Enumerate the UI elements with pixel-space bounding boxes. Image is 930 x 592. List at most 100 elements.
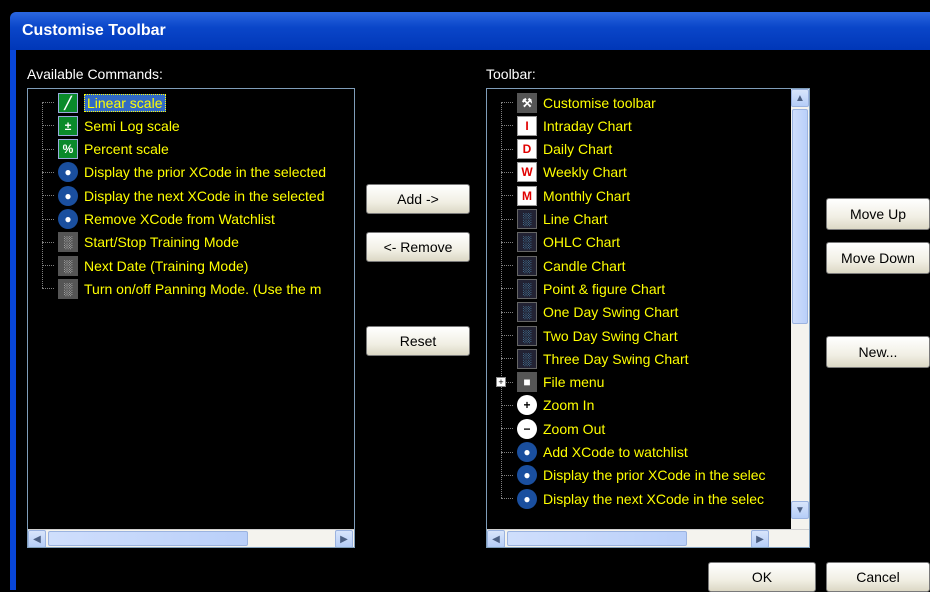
list-item[interactable]: ░ Turn on/off Panning Mode. (Use the m [58, 277, 321, 300]
list-item[interactable]: ░ OHLC Chart [517, 231, 620, 254]
list-item[interactable]: ░ Point & figure Chart [517, 277, 665, 300]
list-item[interactable]: W Weekly Chart [517, 161, 627, 184]
list-item-label: Two Day Swing Chart [543, 327, 678, 344]
list-item-label: Linear scale [84, 93, 166, 112]
list-item-label: File menu [543, 374, 605, 391]
daily-chart-icon: D [517, 139, 537, 160]
list-item[interactable]: M Monthly Chart [517, 184, 630, 207]
list-item[interactable]: ● Display the next XCode in the selected [58, 184, 324, 207]
two-day-swing-icon: ░ [517, 325, 537, 346]
list-item[interactable]: ░ Start/Stop Training Mode [58, 231, 239, 254]
percent-scale-icon: % [58, 139, 78, 160]
list-item[interactable]: % Percent scale [58, 138, 169, 161]
tree-branch [42, 195, 54, 197]
prior-xcode-icon: ● [517, 465, 537, 486]
list-item-label: Three Day Swing Chart [543, 350, 689, 367]
list-item-label: Display the next XCode in the selec [543, 490, 765, 507]
next-xcode-icon: ● [517, 488, 537, 509]
tree-branch [501, 102, 513, 103]
tree-branch [501, 451, 513, 453]
monthly-chart-icon: M [517, 185, 537, 206]
tree-branch [501, 404, 513, 406]
window-left-border [10, 50, 16, 590]
list-item-label: Weekly Chart [543, 164, 627, 181]
list-item[interactable]: ■ File menu [517, 371, 604, 394]
new-button[interactable]: New... [826, 336, 930, 368]
list-item-label: Next Date (Training Mode) [84, 257, 249, 274]
cancel-button[interactable]: Cancel [826, 562, 930, 592]
list-item[interactable]: D Daily Chart [517, 138, 612, 161]
title-bar: Customise Toolbar [0, 0, 930, 50]
list-item[interactable]: ● Display the prior XCode in the selected [58, 161, 326, 184]
list-item[interactable]: ░ Three Day Swing Chart [517, 347, 689, 370]
available-horizontal-scrollbar[interactable]: ◀ ▶ [28, 529, 354, 547]
linear-scale-icon: ╱ [58, 92, 78, 113]
list-item-label: Semi Log scale [84, 117, 180, 134]
list-item-label: Candle Chart [543, 257, 626, 274]
move-down-button[interactable]: Move Down [826, 242, 930, 274]
scroll-thumb[interactable] [48, 531, 248, 546]
tree-branch [501, 335, 513, 336]
list-item-label: Line Chart [543, 211, 608, 227]
reset-button[interactable]: Reset [366, 326, 470, 356]
toolbar-horizontal-scrollbar[interactable]: ◀ ▶ [487, 529, 809, 547]
scroll-right-icon[interactable]: ▶ [751, 530, 769, 547]
list-item[interactable]: ░ One Day Swing Chart [517, 301, 678, 324]
add-button[interactable]: Add -> [366, 184, 470, 214]
scroll-down-icon[interactable]: ▼ [791, 501, 809, 519]
list-item-label: Add XCode to watchlist [543, 444, 688, 460]
tree-branch [501, 288, 513, 290]
list-item[interactable]: ● Add XCode to watchlist [517, 441, 688, 464]
move-up-button[interactable]: Move Up [826, 198, 930, 230]
tree-branch [501, 171, 513, 173]
list-item[interactable]: I Intraday Chart [517, 114, 632, 137]
list-item-label: Turn on/off Panning Mode. (Use the m [84, 280, 322, 297]
remove-button[interactable]: <- Remove [366, 232, 470, 262]
expand-icon[interactable]: + [496, 376, 506, 387]
tree-branch [501, 148, 513, 150]
line-chart-icon: ░ [517, 209, 537, 229]
three-day-swing-icon: ░ [517, 348, 537, 369]
list-item[interactable]: ░ Next Date (Training Mode) [58, 254, 248, 277]
available-commands-list[interactable]: ╱ Linear scale ± Semi Log scale% Percent sca… [27, 88, 355, 548]
tree-branch [501, 125, 513, 127]
toolbar-list[interactable]: ⚒ Customise toolbar I Intraday Chart D Daily … [486, 88, 810, 548]
tree-branch [42, 102, 54, 103]
list-item[interactable]: ░ Line Chart [517, 208, 608, 231]
scroll-right-icon[interactable]: ▶ [335, 530, 353, 547]
toolbar-label: Toolbar: [486, 66, 536, 82]
scroll-left-icon[interactable]: ◀ [487, 530, 505, 547]
list-item-label: Display the next XCode in the selected [84, 187, 325, 204]
prior-xcode-icon: ● [58, 162, 78, 183]
list-item-label: Display the prior XCode in the selec [543, 467, 766, 484]
scroll-up-icon[interactable]: ▲ [791, 89, 809, 107]
list-item[interactable]: ● Remove XCode from Watchlist [58, 208, 275, 231]
list-item[interactable]: ± Semi Log scale [58, 114, 180, 137]
tree-branch [501, 498, 513, 500]
scroll-left-icon[interactable]: ◀ [28, 530, 46, 547]
add-xcode-icon: ● [517, 442, 537, 462]
zoom-out-icon: − [517, 418, 537, 439]
list-item[interactable]: ╱ Linear scale [58, 91, 166, 114]
list-item-label: Remove XCode from Watchlist [84, 211, 275, 227]
list-item-label: Zoom In [543, 397, 595, 414]
tree-branch [42, 288, 54, 290]
toolbar-vertical-scrollbar[interactable]: ▲ ▼ [791, 89, 809, 529]
list-item[interactable]: ░ Candle Chart [517, 254, 626, 277]
ok-button[interactable]: OK [708, 562, 816, 592]
window-title: Customise Toolbar [22, 22, 166, 39]
list-item[interactable]: ● Display the next XCode in the selec [517, 487, 764, 510]
one-day-swing-icon: ░ [517, 302, 537, 323]
weekly-chart-icon: W [517, 162, 537, 183]
zoom-in-icon: + [517, 395, 537, 416]
tree-branch [501, 474, 513, 476]
list-item[interactable]: ● Display the prior XCode in the selec [517, 464, 766, 487]
scroll-thumb[interactable] [792, 109, 808, 324]
list-item[interactable]: − Zoom Out [517, 417, 605, 440]
tree-branch [42, 265, 54, 267]
list-item[interactable]: ░ Two Day Swing Chart [517, 324, 678, 347]
list-item-label: Intraday Chart [543, 117, 632, 134]
list-item[interactable]: ⚒ Customise toolbar [517, 91, 656, 114]
list-item[interactable]: + Zoom In [517, 394, 594, 417]
scroll-thumb[interactable] [507, 531, 687, 546]
